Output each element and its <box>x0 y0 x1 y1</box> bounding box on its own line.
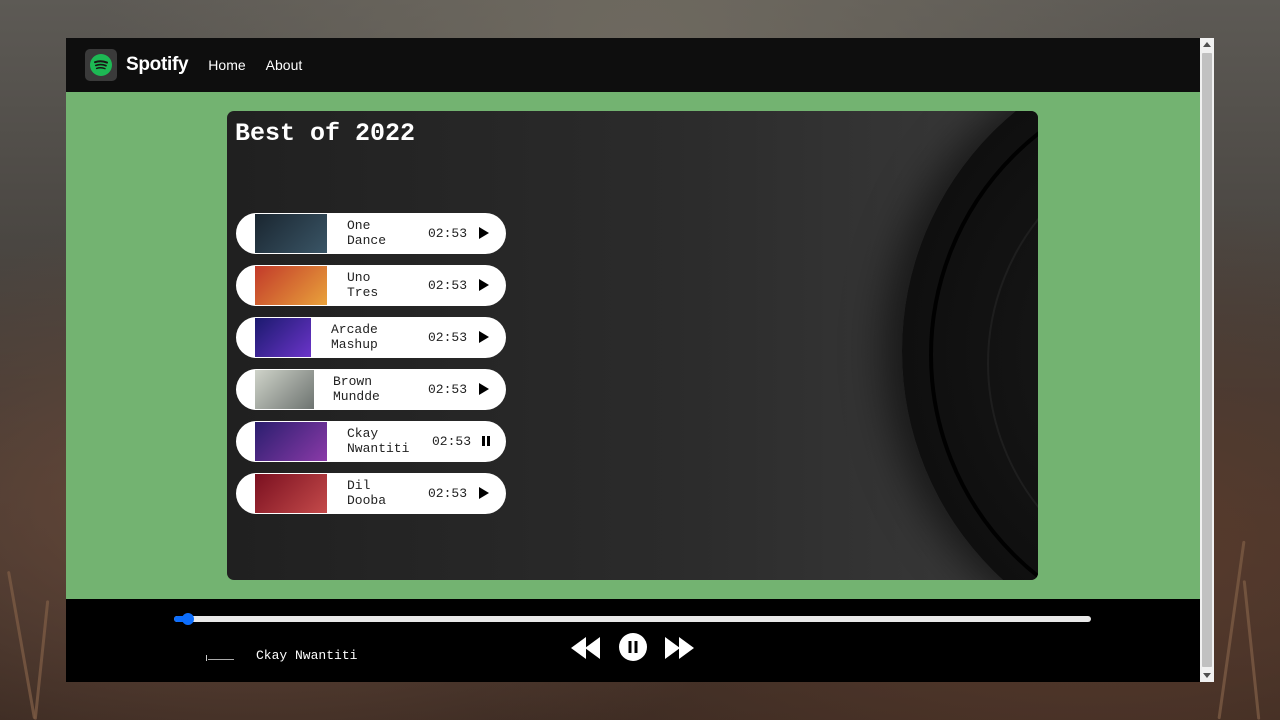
playlist-title: Best of 2022 <box>235 119 416 148</box>
brand-name[interactable]: Spotify <box>126 54 189 76</box>
song-thumbnail <box>255 214 327 253</box>
song-name: Ckay Nwantiti <box>347 426 410 456</box>
nav-link-about[interactable]: About <box>266 57 303 73</box>
play-icon[interactable] <box>479 227 489 239</box>
song-thumbnail <box>255 266 327 305</box>
song-name: Uno Tres <box>347 270 379 300</box>
playing-wave-icon <box>206 655 234 661</box>
browser-window: Spotify Home About Best of 2022 One Dance… <box>66 38 1214 682</box>
spotify-logo-icon[interactable] <box>85 49 117 81</box>
song-name: Brown Mundde <box>333 374 380 404</box>
pause-icon[interactable] <box>482 436 490 446</box>
next-icon[interactable] <box>664 637 694 659</box>
song-item[interactable]: Dil Dooba 02:53 <box>236 473 506 514</box>
song-list: One Dance 02:53 Uno Tres 02:53 Arcade Ma… <box>236 213 506 525</box>
previous-icon[interactable] <box>571 637 601 659</box>
song-name: Arcade Mashup <box>331 322 378 352</box>
song-duration: 02:53 <box>428 278 468 293</box>
player-controls <box>571 633 696 663</box>
song-name: Dil Dooba <box>347 478 387 508</box>
playlist-container: Best of 2022 One Dance 02:53 Uno Tres 02:5… <box>227 111 1038 580</box>
now-playing-title: Ckay Nwantiti <box>256 648 358 663</box>
song-thumbnail <box>255 422 327 461</box>
progress-bar[interactable] <box>174 613 1091 625</box>
play-icon[interactable] <box>479 279 489 291</box>
vertical-scrollbar[interactable] <box>1200 38 1214 682</box>
play-icon[interactable] <box>479 383 489 395</box>
scroll-down-icon[interactable] <box>1203 673 1211 678</box>
player-bar: Ckay Nwantiti <box>66 599 1200 682</box>
song-duration: 02:53 <box>428 382 468 397</box>
nav-link-home[interactable]: Home <box>208 57 245 73</box>
song-duration: 02:53 <box>428 226 468 241</box>
progress-thumb[interactable] <box>181 613 194 625</box>
song-duration: 02:53 <box>432 434 472 449</box>
scroll-thumb[interactable] <box>1202 53 1212 667</box>
scroll-up-icon[interactable] <box>1203 42 1211 47</box>
song-thumbnail <box>255 370 314 409</box>
pause-icon[interactable] <box>619 633 647 661</box>
song-name: One Dance <box>347 218 387 248</box>
song-item[interactable]: Brown Mundde 02:53 <box>236 369 506 410</box>
song-item[interactable]: Ckay Nwantiti 02:53 <box>236 421 506 462</box>
song-duration: 02:53 <box>428 330 468 345</box>
page: Spotify Home About Best of 2022 One Dance… <box>66 38 1200 682</box>
song-item[interactable]: Uno Tres 02:53 <box>236 265 506 306</box>
play-icon[interactable] <box>479 331 489 343</box>
navbar: Spotify Home About <box>66 38 1200 92</box>
song-duration: 02:53 <box>428 486 468 501</box>
song-item[interactable]: One Dance 02:53 <box>236 213 506 254</box>
song-thumbnail <box>255 474 327 513</box>
play-icon[interactable] <box>479 487 489 499</box>
song-thumbnail <box>255 318 311 357</box>
song-item[interactable]: Arcade Mashup 02:53 <box>236 317 506 358</box>
